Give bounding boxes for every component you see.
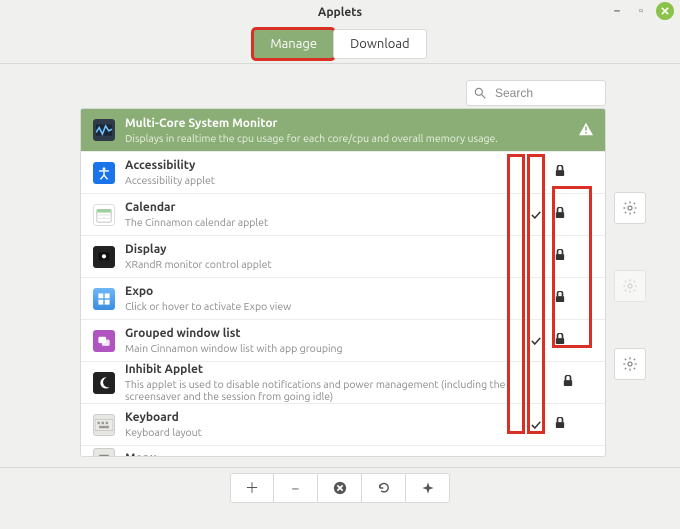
accessibility-icon — [93, 162, 115, 184]
undo-icon — [377, 481, 391, 495]
window-title: Applets — [318, 6, 362, 19]
applet-list: Multi-Core System Monitor Displays in re… — [80, 108, 606, 457]
applet-row-accessibility[interactable]: Accessibility Accessibility applet — [81, 151, 605, 193]
applet-desc: Click or hover to activate Expo view — [125, 300, 519, 312]
add-button[interactable]: ＋ — [230, 473, 274, 503]
applet-title: Expo — [125, 285, 519, 299]
applet-title: Calendar — [125, 201, 519, 215]
applet-desc: Accessibility applet — [125, 174, 519, 186]
enabled-indicator: ✓ — [529, 417, 543, 433]
applet-row-menu[interactable]: Menu — [81, 445, 605, 457]
applet-row-inhibit[interactable]: Inhibit Applet This applet is used to di… — [81, 361, 605, 403]
warning-icon — [577, 122, 595, 139]
settings-button-calendar[interactable] — [614, 192, 646, 224]
lock-icon — [553, 165, 567, 180]
cancel-icon — [333, 481, 347, 495]
applet-desc: Main Cinnamon window list with app group… — [125, 342, 519, 354]
monitor-icon — [93, 119, 115, 141]
applet-desc: The Cinnamon calendar applet — [125, 216, 519, 228]
tab-label: Manage — [270, 37, 317, 51]
search-icon — [473, 86, 487, 100]
tab-label: Download — [350, 37, 410, 51]
expo-icon — [93, 288, 115, 310]
settings-button-grouped-window-list[interactable] — [614, 348, 646, 380]
minus-icon: − — [292, 480, 300, 496]
gear-icon — [622, 200, 638, 216]
tab-download[interactable]: Download — [333, 29, 427, 59]
lock-icon — [553, 291, 567, 306]
calendar-icon — [93, 204, 115, 226]
applet-desc: Displays in realtime the cpu usage for e… — [125, 132, 519, 144]
gear-icon — [622, 356, 638, 372]
applet-title: Menu — [125, 452, 519, 458]
lock-icon — [553, 333, 567, 348]
applet-row-expo[interactable]: Expo Click or hover to activate Expo vie… — [81, 277, 605, 319]
window-maximize-button[interactable]: ▫ — [632, 2, 650, 20]
more-button[interactable] — [406, 473, 450, 503]
applet-title: Inhibit Applet — [125, 363, 533, 377]
enabled-indicator: ✓ — [529, 207, 543, 223]
display-icon — [93, 246, 115, 268]
undo-button[interactable] — [362, 473, 406, 503]
applet-desc: This applet is used to disable notificat… — [125, 378, 533, 402]
lock-icon — [553, 249, 567, 264]
keyboard-icon — [93, 414, 115, 436]
applet-title: Grouped window list — [125, 327, 519, 341]
settings-button-expo[interactable] — [614, 270, 646, 302]
lock-icon — [553, 417, 567, 432]
applet-desc: Keyboard layout — [125, 426, 519, 438]
enabled-indicator: ✓ — [529, 333, 543, 349]
applet-title: Display — [125, 243, 519, 257]
applet-row-calendar[interactable]: Calendar The Cinnamon calendar applet ✓ — [81, 193, 605, 235]
cancel-button[interactable] — [318, 473, 362, 503]
grouped-windows-icon — [93, 330, 115, 352]
applet-row-multicore[interactable]: Multi-Core System Monitor Displays in re… — [81, 109, 605, 151]
applet-title: Accessibility — [125, 159, 519, 173]
remove-button[interactable]: − — [274, 473, 318, 503]
applet-title: Keyboard — [125, 411, 519, 425]
search-box[interactable] — [466, 80, 606, 106]
applet-row-display[interactable]: Display XRandR monitor control applet — [81, 235, 605, 277]
gear-icon — [622, 278, 638, 294]
plus-icon: ＋ — [245, 478, 259, 498]
applet-row-grouped-window-list[interactable]: Grouped window list Main Cinnamon window… — [81, 319, 605, 361]
window-minimize-button[interactable]: – — [608, 2, 626, 20]
window-close-button[interactable] — [656, 2, 674, 20]
applet-desc: XRandR monitor control applet — [125, 258, 519, 270]
applet-title: Multi-Core System Monitor — [125, 117, 519, 131]
applet-row-keyboard[interactable]: Keyboard Keyboard layout ✓ — [81, 403, 605, 445]
tab-manage[interactable]: Manage — [253, 29, 334, 59]
menu-icon — [93, 448, 115, 458]
search-input[interactable] — [493, 85, 593, 101]
lock-icon — [553, 207, 567, 222]
moon-icon — [93, 372, 115, 394]
lock-icon — [563, 375, 573, 390]
sparkle-icon — [421, 481, 435, 495]
